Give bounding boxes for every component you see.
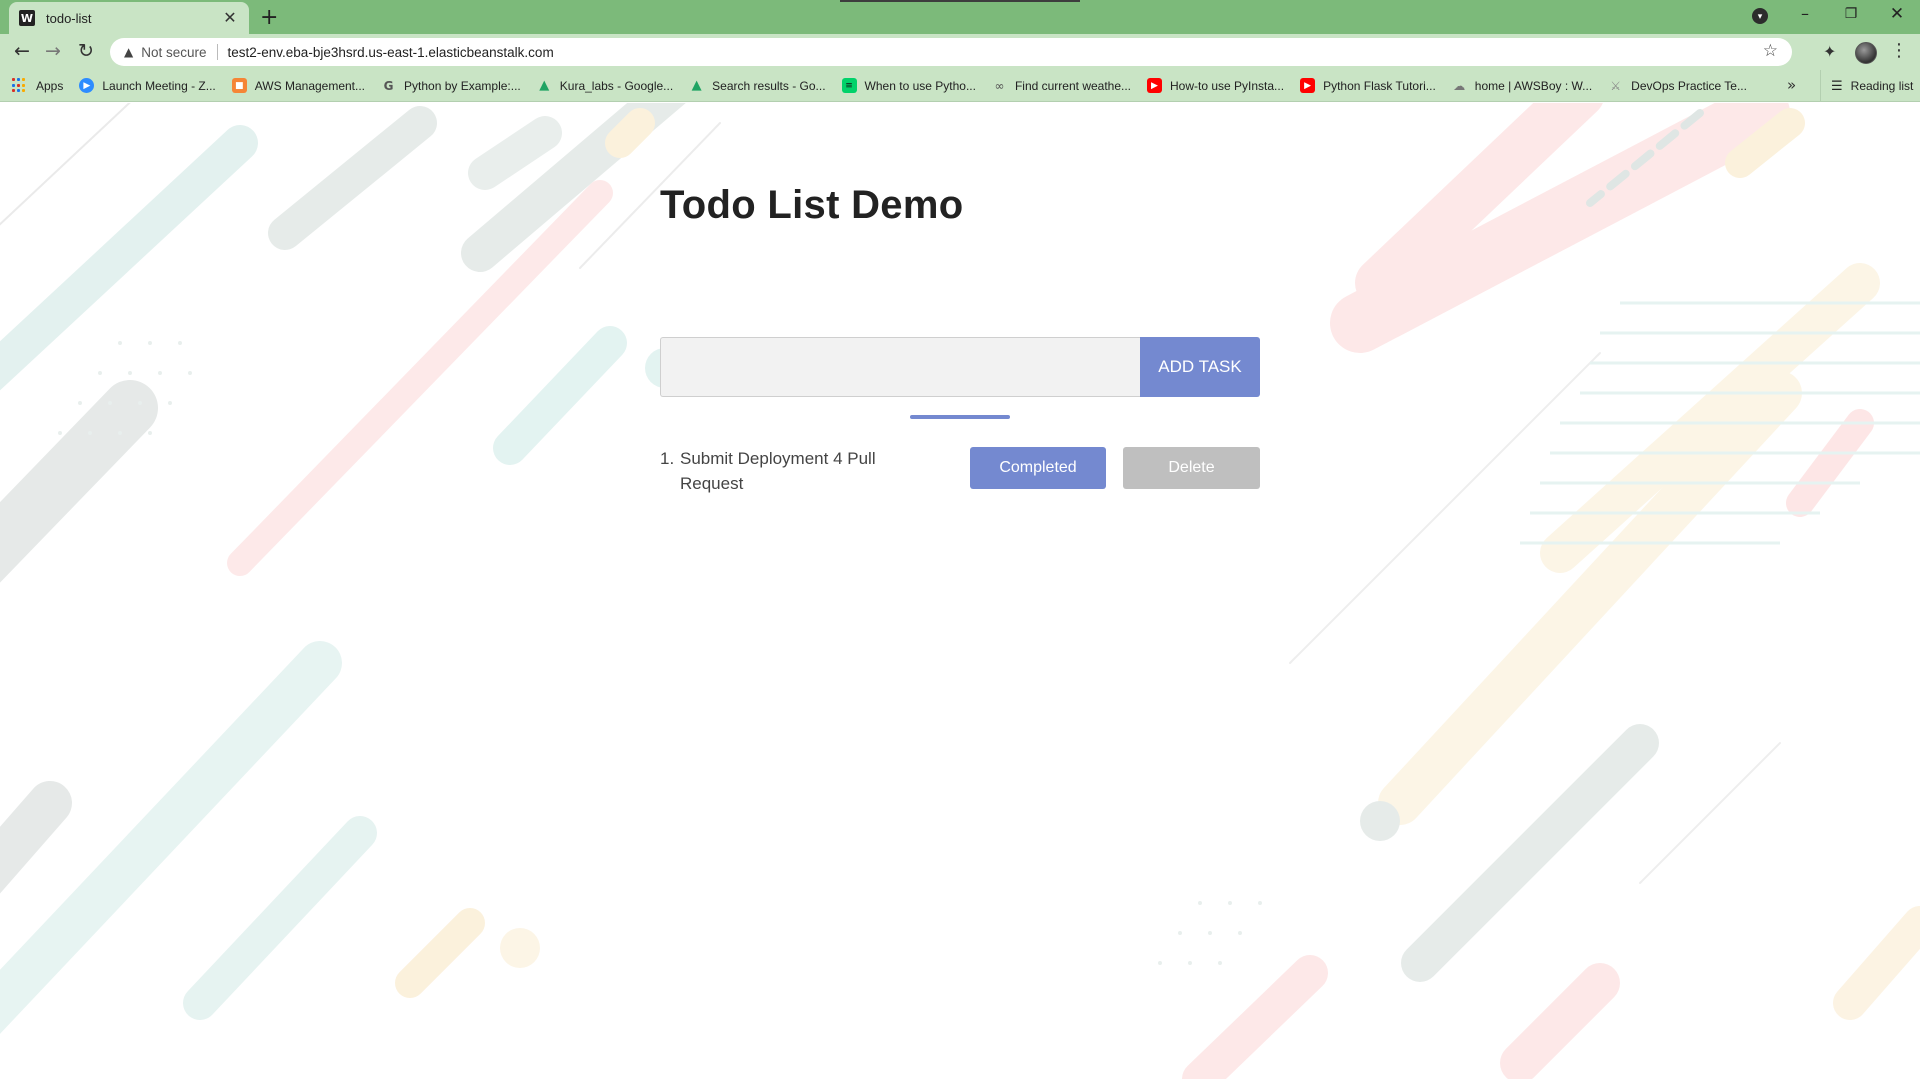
bookmark-label: Kura_labs - Google... [559,78,674,93]
background-decoration [0,103,1920,1079]
google-drive-icon: ▲ [539,78,550,93]
bookmark-item[interactable]: ▶ Launch Meeting - Z... [79,78,216,93]
bookmark-label: Python Flask Tutori... [1323,78,1436,93]
bookmark-item[interactable]: ∞ Find current weathe... [992,78,1131,93]
task-number: 1. [660,449,675,468]
apps-grid-icon [12,78,27,93]
window-minimize-button[interactable]: – [1790,4,1820,23]
bookmark-item[interactable]: ≡ When to use Pytho... [841,78,976,93]
todo-app: Todo List Demo ADD TASK 1. Submit Deploy… [660,183,1260,493]
bookmark-label: AWS Management... [254,78,366,93]
task-text: Submit Deployment 4 Pull Request [680,449,876,493]
task-item: 1. Submit Deployment 4 Pull Request Comp… [660,440,1260,493]
window-restore-button[interactable]: ❐ [1836,6,1866,22]
zoom-icon: ▶ [79,78,95,93]
bookmark-item[interactable]: ▲ Kura_labs - Google... [537,78,673,93]
add-task-form: ADD TASK [660,337,1260,397]
profile-avatar[interactable] [1855,42,1877,64]
bookmark-item[interactable]: ▶ Python Flask Tutori... [1300,78,1436,93]
task-input[interactable] [660,337,1140,397]
weather-icon: ∞ [994,78,1005,93]
youtube-icon: ▶ [1147,78,1163,93]
devops-icon: ⚔ [1610,78,1622,93]
bookmarks-overflow-chevron-icon[interactable]: » [1787,76,1796,94]
bookmark-item[interactable]: ▶ How-to use PyInsta... [1147,78,1284,93]
address-bar[interactable]: ▲ Not secure test2-env.eba-bje3hsrd.us-e… [110,38,1792,66]
task-list: 1. Submit Deployment 4 Pull Request Comp… [660,440,1260,493]
reading-list-button[interactable]: ☰ Reading list [1820,70,1913,102]
google-g-icon: G [383,78,394,93]
bookmark-label: home | AWSBoy : W... [1474,78,1593,93]
reading-list-icon: ☰ [1831,78,1843,94]
browser-tab-active[interactable]: W todo-list ✕ [9,2,249,34]
bookmark-label: Find current weathe... [1014,78,1132,93]
page-viewport: Todo List Demo ADD TASK 1. Submit Deploy… [0,103,1920,1079]
browser-menu-icon[interactable]: ⋮ [1890,40,1908,61]
address-bar-divider [216,44,218,60]
section-divider [910,415,1010,419]
bookmark-item[interactable]: G Python by Example:... [381,78,521,93]
bookmark-label: Python by Example:... [404,78,521,93]
bookmarks-bar: Apps ▶ Launch Meeting - Z... ■ AWS Manag… [0,70,1920,102]
bookmark-label: DevOps Practice Te... [1631,78,1747,93]
bookmark-apps[interactable]: Apps [12,78,63,93]
add-task-button[interactable]: ADD TASK [1140,337,1260,397]
window-close-button[interactable]: ✕ [1882,4,1912,24]
aws-cube-icon: ■ [231,78,247,93]
tab-favicon-icon: W [19,10,35,26]
youtube-icon: ▶ [1300,78,1316,93]
google-drive-icon: ▲ [691,78,702,93]
bookmark-item[interactable]: ☁ home | AWSBoy : W... [1452,78,1592,93]
bookmark-label: How-to use PyInsta... [1170,78,1285,93]
tab-close-icon[interactable]: ✕ [221,8,239,28]
reload-icon[interactable]: ↻ [74,40,98,62]
delete-button[interactable]: Delete [1123,447,1260,489]
bookmark-label: Search results - Go... [712,78,826,93]
reading-list-label: Reading list [1850,79,1914,93]
bookmark-star-icon[interactable]: ☆ [1763,41,1778,61]
awsboy-icon: ☁ [1453,78,1466,93]
warning-triangle-icon[interactable]: ▲ [124,45,133,59]
bookmark-label: When to use Pytho... [864,78,976,93]
browser-toolbar: ← → ↻ ▲ Not secure test2-env.eba-bje3hsr… [0,34,1920,70]
tab-title: todo-list [46,10,92,26]
back-arrow-icon[interactable]: ← [10,40,34,62]
extensions-puzzle-icon[interactable]: ✦ [1823,42,1836,61]
completed-button[interactable]: Completed [970,447,1106,489]
bookmark-item[interactable]: ⚔ DevOps Practice Te... [1608,78,1747,93]
browser-tabstrip: W todo-list ✕ + ▾ – ❐ ✕ [0,0,1920,34]
tab-indicator-line [840,0,1080,2]
forward-arrow-icon[interactable]: → [41,40,65,62]
bookmark-label: Launch Meeting - Z... [102,78,216,93]
bookmark-label: Apps [36,78,64,93]
address-url[interactable]: test2-env.eba-bje3hsrd.us-east-1.elastic… [228,45,554,60]
page-title: Todo List Demo [660,183,964,227]
bookmark-item[interactable]: ▲ Search results - Go... [689,78,826,93]
stackoverflow-icon: ≡ [841,78,857,93]
new-tab-button[interactable]: + [260,5,278,30]
bookmark-item[interactable]: ■ AWS Management... [231,78,366,93]
tab-search-icon[interactable]: ▾ [1752,8,1768,24]
security-status-label[interactable]: Not secure [141,45,206,60]
